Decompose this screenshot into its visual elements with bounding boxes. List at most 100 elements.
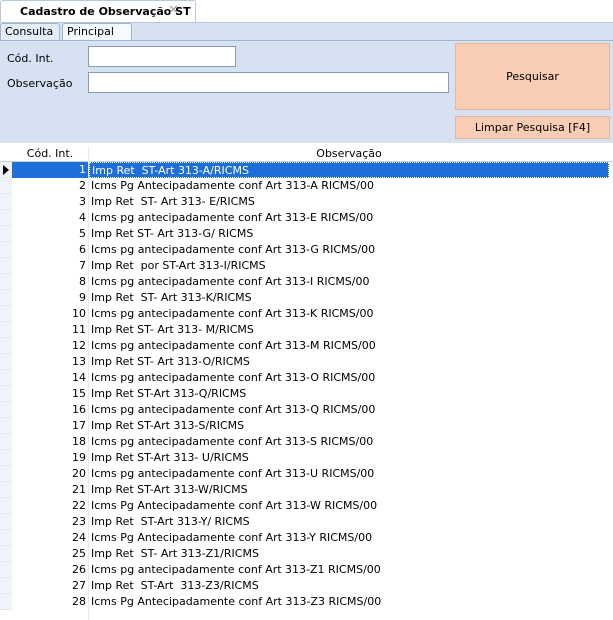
table-row[interactable]: 21 Imp Ret ST-Art 313-W/RICMS — [0, 482, 613, 498]
cell-observacao[interactable]: Icms pg antecipadamente conf Art 313-Z1 … — [89, 562, 609, 578]
pesquisar-button[interactable]: Pesquisar — [455, 43, 610, 110]
cell-codigo[interactable]: 1 — [12, 162, 88, 178]
cell-observacao[interactable]: Imp Ret ST- Art 313-Z1/RICMS — [89, 546, 609, 562]
cell-observacao[interactable]: Icms pg antecipadamente conf Art 313-G R… — [89, 242, 609, 258]
tab-consulta[interactable]: Consulta — [0, 23, 60, 40]
table-row[interactable]: 5 Imp Ret ST- Art 313-G/ RICMS — [0, 226, 613, 242]
table-row[interactable]: 7 Imp Ret por ST-Art 313-I/RICMS — [0, 258, 613, 274]
table-row[interactable]: 28 Icms Pg Antecipadamente conf Art 313-Z… — [0, 594, 613, 610]
row-indicator[interactable] — [0, 594, 12, 610]
cell-observacao[interactable]: Imp Ret ST-Art 313-Y/ RICMS — [89, 514, 609, 530]
table-row[interactable]: 22 Icms Pg Antecipadamente conf Art 313-W… — [0, 498, 613, 514]
row-indicator[interactable] — [0, 322, 12, 338]
cell-observacao[interactable]: Icms pg antecipadamente conf Art 313-Q R… — [89, 402, 609, 418]
row-indicator[interactable] — [0, 194, 12, 210]
cell-observacao[interactable]: Icms pg antecipadamente conf Art 313-S R… — [89, 434, 609, 450]
table-row[interactable]: 2 Icms Pg Antecipadamente conf Art 313-A … — [0, 178, 613, 194]
cell-codigo[interactable]: 15 — [12, 386, 88, 402]
cell-codigo[interactable]: 26 — [12, 562, 88, 578]
row-indicator[interactable] — [0, 450, 12, 466]
row-indicator[interactable] — [0, 498, 12, 514]
table-row[interactable]: 26 Icms pg antecipadamente conf Art 313-Z… — [0, 562, 613, 578]
cell-observacao[interactable]: Imp Ret ST-Art 313-W/RICMS — [89, 482, 609, 498]
column-header-observacao[interactable]: Observação — [89, 147, 609, 160]
limpar-pesquisa-button[interactable]: Limpar Pesquisa [F4] — [455, 116, 610, 139]
row-indicator[interactable] — [0, 434, 12, 450]
row-indicator[interactable] — [0, 242, 12, 258]
cell-observacao[interactable]: Icms pg antecipadamente conf Art 313-K R… — [89, 306, 609, 322]
cell-observacao[interactable]: Imp Ret ST- Art 313- M/RICMS — [89, 322, 609, 338]
document-tab[interactable]: Cadastro de Observação ST ✕ — [0, 0, 196, 22]
cell-codigo[interactable]: 11 — [12, 322, 88, 338]
close-icon[interactable]: ✕ — [168, 3, 179, 18]
row-indicator[interactable] — [0, 274, 12, 290]
row-indicator[interactable] — [0, 290, 12, 306]
cell-codigo[interactable]: 3 — [12, 194, 88, 210]
table-row[interactable]: 25 Imp Ret ST- Art 313-Z1/RICMS — [0, 546, 613, 562]
cell-codigo[interactable]: 27 — [12, 578, 88, 594]
cell-observacao[interactable]: Imp Ret ST-Art 313-Q/RICMS — [89, 386, 609, 402]
table-row[interactable]: 3 Imp Ret ST- Art 313- E/RICMS — [0, 194, 613, 210]
cell-codigo[interactable]: 2 — [12, 178, 88, 194]
table-row[interactable]: 1 Imp Ret ST-Art 313-A/RICMS — [0, 162, 613, 178]
table-row[interactable]: 17 Imp Ret ST-Art 313-S/RICMS — [0, 418, 613, 434]
tab-principal[interactable]: Principal — [62, 23, 132, 41]
row-indicator[interactable] — [0, 338, 12, 354]
cell-observacao[interactable]: Icms Pg Antecipadamente conf Art 313-Z3 … — [89, 594, 609, 610]
cell-codigo[interactable]: 25 — [12, 546, 88, 562]
cell-observacao[interactable]: Imp Ret ST- Art 313- E/RICMS — [89, 194, 609, 210]
cell-codigo[interactable]: 19 — [12, 450, 88, 466]
table-row[interactable]: 18 Icms pg antecipadamente conf Art 313-S… — [0, 434, 613, 450]
row-indicator[interactable] — [0, 162, 12, 178]
cell-codigo[interactable]: 5 — [12, 226, 88, 242]
cell-codigo[interactable]: 20 — [12, 466, 88, 482]
cell-observacao[interactable]: Icms Pg Antecipadamente conf Art 313-Y R… — [89, 530, 609, 546]
column-header-codigo[interactable]: Cód. Int. — [12, 147, 88, 160]
cell-observacao[interactable]: Imp Ret ST- Art 313-K/RICMS — [89, 290, 609, 306]
table-row[interactable]: 24 Icms Pg Antecipadamente conf Art 313-Y… — [0, 530, 613, 546]
observacao-input[interactable] — [88, 72, 449, 93]
row-indicator[interactable] — [0, 514, 12, 530]
cell-codigo[interactable]: 8 — [12, 274, 88, 290]
table-row[interactable]: 14 Icms pg antecipadamente conf Art 313-O… — [0, 370, 613, 386]
table-row[interactable]: 9 Imp Ret ST- Art 313-K/RICMS — [0, 290, 613, 306]
table-row[interactable]: 10 Icms pg antecipadamente conf Art 313-K… — [0, 306, 613, 322]
row-indicator[interactable] — [0, 530, 12, 546]
row-indicator[interactable] — [0, 402, 12, 418]
cell-codigo[interactable]: 16 — [12, 402, 88, 418]
cell-observacao[interactable]: Icms pg antecipadamente conf Art 313-I R… — [89, 274, 609, 290]
table-row[interactable]: 12 Icms pg antecipadamente conf Art 313-M… — [0, 338, 613, 354]
cell-codigo[interactable]: 28 — [12, 594, 88, 610]
cell-codigo[interactable]: 17 — [12, 418, 88, 434]
row-indicator[interactable] — [0, 354, 12, 370]
cell-codigo[interactable]: 24 — [12, 530, 88, 546]
row-indicator[interactable] — [0, 386, 12, 402]
results-grid[interactable]: Cód. Int. Observação 1 Imp Ret ST-Art 313… — [0, 146, 613, 620]
table-row[interactable]: 23 Imp Ret ST-Art 313-Y/ RICMS — [0, 514, 613, 530]
cell-codigo[interactable]: 10 — [12, 306, 88, 322]
table-row[interactable]: 8 Icms pg antecipadamente conf Art 313-I … — [0, 274, 613, 290]
cell-observacao[interactable]: Imp Ret ST- Art 313-G/ RICMS — [89, 226, 609, 242]
table-row[interactable]: 11 Imp Ret ST- Art 313- M/RICMS — [0, 322, 613, 338]
cell-observacao[interactable]: Icms Pg Antecipadamente conf Art 313-A R… — [89, 178, 609, 194]
cell-codigo[interactable]: 14 — [12, 370, 88, 386]
cell-observacao[interactable]: Imp Ret por ST-Art 313-I/RICMS — [89, 258, 609, 274]
cell-codigo[interactable]: 18 — [12, 434, 88, 450]
row-indicator[interactable] — [0, 178, 12, 194]
row-indicator[interactable] — [0, 578, 12, 594]
row-indicator[interactable] — [0, 482, 12, 498]
table-row[interactable]: 13 Imp Ret ST- Art 313-O/RICMS — [0, 354, 613, 370]
cod-int-input[interactable] — [88, 46, 236, 67]
table-row[interactable]: 20 Icms pg antecipadamente conf Art 313-U… — [0, 466, 613, 482]
cell-codigo[interactable]: 9 — [12, 290, 88, 306]
row-indicator[interactable] — [0, 562, 12, 578]
cell-observacao[interactable]: Imp Ret ST-Art 313-Z3/RICMS — [89, 578, 609, 594]
table-row[interactable]: 6 Icms pg antecipadamente conf Art 313-G … — [0, 242, 613, 258]
row-indicator[interactable] — [0, 418, 12, 434]
table-row[interactable]: 19 Imp Ret ST-Art 313- U/RICMS — [0, 450, 613, 466]
cell-codigo[interactable]: 22 — [12, 498, 88, 514]
table-row[interactable]: 27 Imp Ret ST-Art 313-Z3/RICMS — [0, 578, 613, 594]
cell-codigo[interactable]: 7 — [12, 258, 88, 274]
row-indicator[interactable] — [0, 466, 12, 482]
cell-codigo[interactable]: 21 — [12, 482, 88, 498]
